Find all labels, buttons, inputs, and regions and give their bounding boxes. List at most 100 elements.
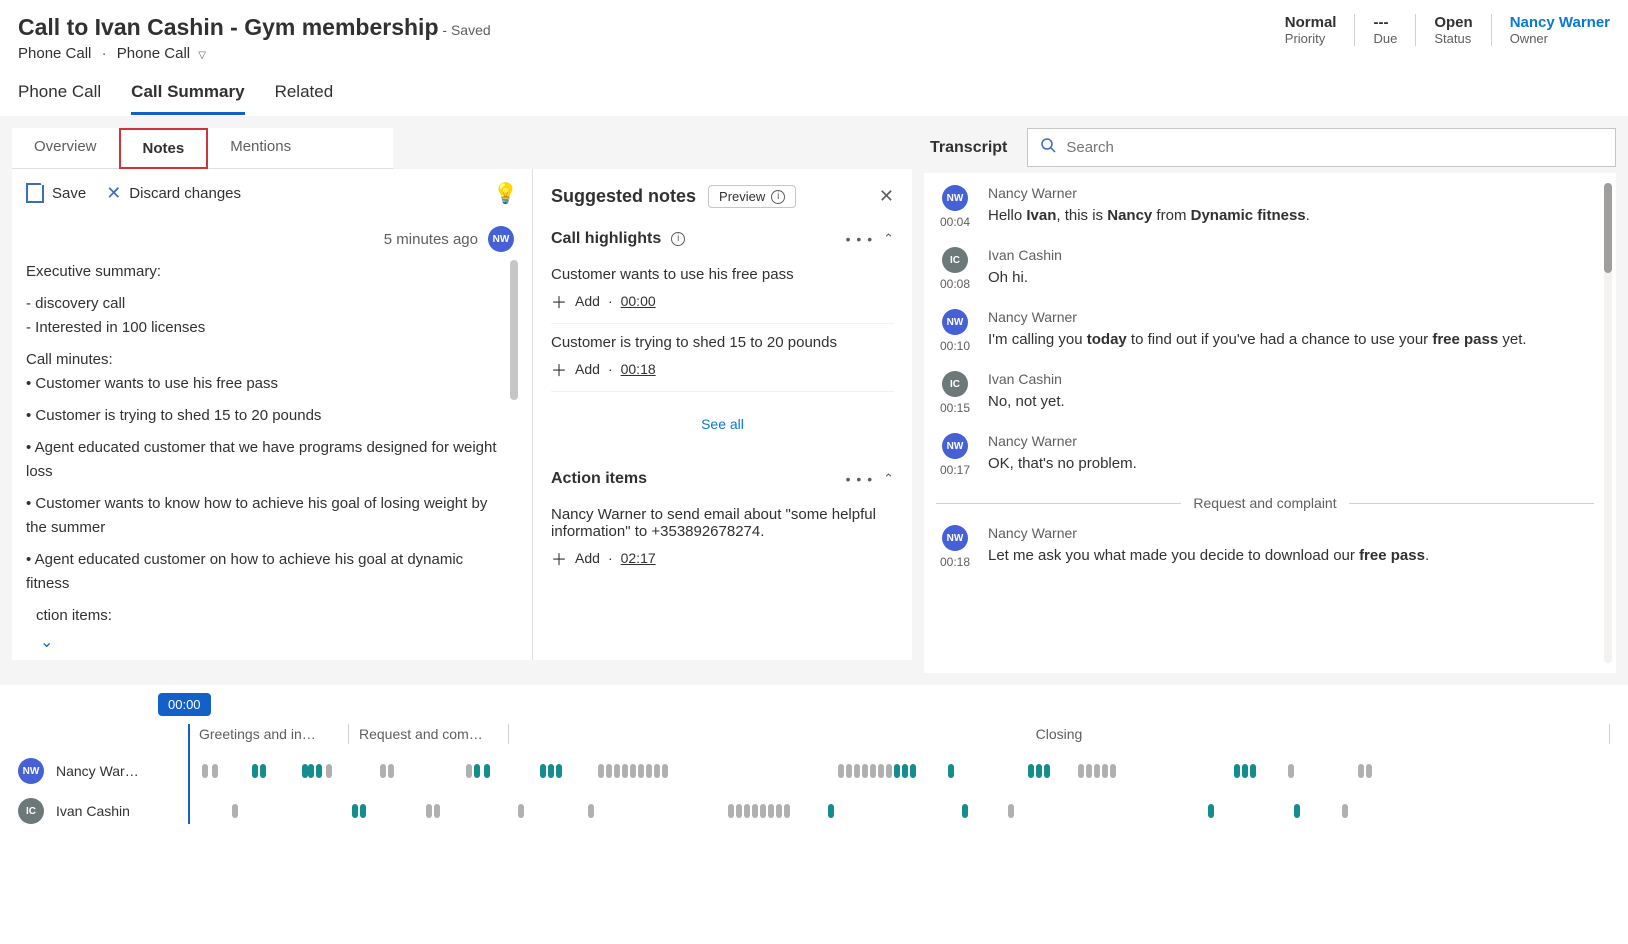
call-highlights-heading: Call highlights (551, 230, 661, 248)
avatar: IC (942, 247, 968, 273)
segment-request[interactable]: Request and com… (348, 724, 508, 744)
scrollbar-thumb[interactable] (510, 260, 518, 400)
transcript-text: I'm calling you today to find out if you… (988, 329, 1594, 352)
plus-icon[interactable]: ＋ (551, 546, 567, 570)
more-icon[interactable]: • • • (846, 231, 873, 247)
speaker-name: Nancy Warner (988, 185, 1594, 201)
time-link[interactable]: 00:18 (621, 361, 656, 377)
transcript-time: 00:17 (936, 463, 974, 477)
transcript-text: Let me ask you what made you decide to d… (988, 545, 1594, 568)
note-timestamp: 5 minutes ago (384, 231, 478, 248)
transcript-text: OK, that's no problem. (988, 453, 1594, 476)
add-button[interactable]: Add (575, 293, 600, 309)
speaker-name: Ivan Cashin (988, 247, 1594, 263)
search-icon (1040, 137, 1056, 158)
close-icon: ✕ (106, 183, 121, 204)
close-icon[interactable]: ✕ (879, 186, 894, 207)
page-header: Call to Ivan Cashin - Gym membership - S… (0, 0, 1628, 68)
segment-greetings[interactable]: Greetings and in… (188, 724, 348, 744)
suggested-title: Suggested notes (551, 186, 696, 207)
save-button[interactable]: Save (26, 185, 86, 203)
transcript-row[interactable]: NW 00:17 Nancy Warner OK, that's no prob… (936, 433, 1610, 477)
chevron-up-icon[interactable]: ⌃ (883, 231, 894, 247)
plus-icon[interactable]: ＋ (551, 289, 567, 313)
timeline-segments: Greetings and in… Request and com… Closi… (188, 724, 1610, 744)
avatar: IC (18, 798, 44, 824)
transcript-time: 00:10 (936, 339, 974, 353)
subtab-overview[interactable]: Overview (12, 128, 119, 169)
lightbulb-icon[interactable]: 💡 (493, 181, 518, 206)
add-button[interactable]: Add (575, 361, 600, 377)
meta-owner[interactable]: Nancy Warner Owner (1492, 14, 1610, 46)
transcript-time: 00:08 (936, 277, 974, 291)
time-link[interactable]: 02:17 (621, 550, 656, 566)
avatar: NW (942, 433, 968, 459)
avatar: NW (488, 226, 514, 252)
save-icon (26, 185, 44, 203)
scrollbar-thumb[interactable] (1604, 183, 1612, 273)
transcript-text: No, not yet. (988, 391, 1594, 414)
expand-chevron-icon[interactable]: ⌄ (26, 628, 518, 656)
meta-priority[interactable]: Normal Priority (1267, 14, 1356, 46)
avatar: IC (942, 371, 968, 397)
subtab-blank (313, 128, 393, 169)
suggested-notes-panel: Suggested notes Preview i ✕ Call highlig… (532, 169, 912, 660)
chevron-down-icon[interactable]: ▽ (198, 50, 206, 61)
sub-tabs: Overview Notes Mentions (12, 128, 912, 169)
highlight-item: Customer is trying to shed 15 to 20 poun… (551, 324, 894, 392)
tab-call-summary[interactable]: Call Summary (131, 82, 244, 115)
discard-button[interactable]: ✕ Discard changes (106, 183, 241, 204)
track-speaker-name: Ivan Cashin (56, 803, 156, 819)
subtab-mentions[interactable]: Mentions (208, 128, 313, 169)
segment-divider: Request and complaint (936, 495, 1610, 511)
transcript-time: 00:15 (936, 401, 974, 415)
more-icon[interactable]: • • • (846, 471, 873, 487)
see-all-link[interactable]: See all (551, 416, 894, 432)
avatar: NW (942, 185, 968, 211)
plus-icon[interactable]: ＋ (551, 357, 567, 381)
search-box[interactable] (1027, 128, 1616, 167)
tab-related[interactable]: Related (275, 82, 334, 115)
action-items-heading: Action items (551, 470, 647, 488)
meta-due[interactable]: --- Due (1355, 14, 1416, 46)
timeline-track[interactable]: IC Ivan Cashin (18, 798, 1610, 824)
record-meta: Normal Priority --- Due Open Status Nanc… (1267, 14, 1610, 62)
avatar: NW (18, 758, 44, 784)
transcript-row[interactable]: IC 00:15 Ivan Cashin No, not yet. (936, 371, 1610, 415)
notes-textarea[interactable]: Executive summary: - discovery call - In… (26, 260, 518, 628)
speaker-name: Nancy Warner (988, 525, 1594, 541)
transcript-text: Oh hi. (988, 267, 1594, 290)
info-icon: i (771, 190, 785, 204)
transcript-row[interactable]: NW 00:04 Nancy Warner Hello Ivan, this i… (936, 185, 1610, 229)
transcript-time: 00:04 (936, 215, 974, 229)
breadcrumb[interactable]: Phone Call · Phone Call ▽ (18, 45, 491, 62)
transcript-row[interactable]: IC 00:08 Ivan Cashin Oh hi. (936, 247, 1610, 291)
transcript-panel: NW 00:04 Nancy Warner Hello Ivan, this i… (924, 173, 1616, 673)
preview-badge[interactable]: Preview i (708, 185, 796, 208)
notes-editor: Save ✕ Discard changes 💡 5 minutes ago N… (12, 169, 532, 660)
main-tabs: Phone Call Call Summary Related (0, 68, 1628, 116)
transcript-row[interactable]: NW 00:18 Nancy Warner Let me ask you wha… (936, 525, 1610, 569)
segment-closing[interactable]: Closing (508, 724, 1610, 744)
subtab-notes[interactable]: Notes (119, 128, 209, 169)
speech-track[interactable] (168, 764, 1610, 778)
add-button[interactable]: Add (575, 550, 600, 566)
speaker-name: Nancy Warner (988, 309, 1594, 325)
avatar: NW (942, 525, 968, 551)
speaker-name: Ivan Cashin (988, 371, 1594, 387)
time-link[interactable]: 00:00 (621, 293, 656, 309)
timeline-track[interactable]: NW Nancy War… (18, 758, 1610, 784)
info-icon[interactable]: i (671, 232, 685, 246)
track-speaker-name: Nancy War… (56, 763, 156, 779)
playhead-marker[interactable]: 00:00 (158, 693, 211, 716)
transcript-heading: Transcript (924, 129, 1013, 167)
timeline-panel: 00:00 Greetings and in… Request and com…… (0, 685, 1628, 842)
tab-phone-call[interactable]: Phone Call (18, 82, 101, 115)
meta-status[interactable]: Open Status (1416, 14, 1491, 46)
chevron-up-icon[interactable]: ⌃ (883, 471, 894, 487)
transcript-row[interactable]: NW 00:10 Nancy Warner I'm calling you to… (936, 309, 1610, 353)
search-input[interactable] (1066, 139, 1603, 156)
avatar: NW (942, 309, 968, 335)
speech-track[interactable] (168, 804, 1610, 818)
speaker-name: Nancy Warner (988, 433, 1594, 449)
